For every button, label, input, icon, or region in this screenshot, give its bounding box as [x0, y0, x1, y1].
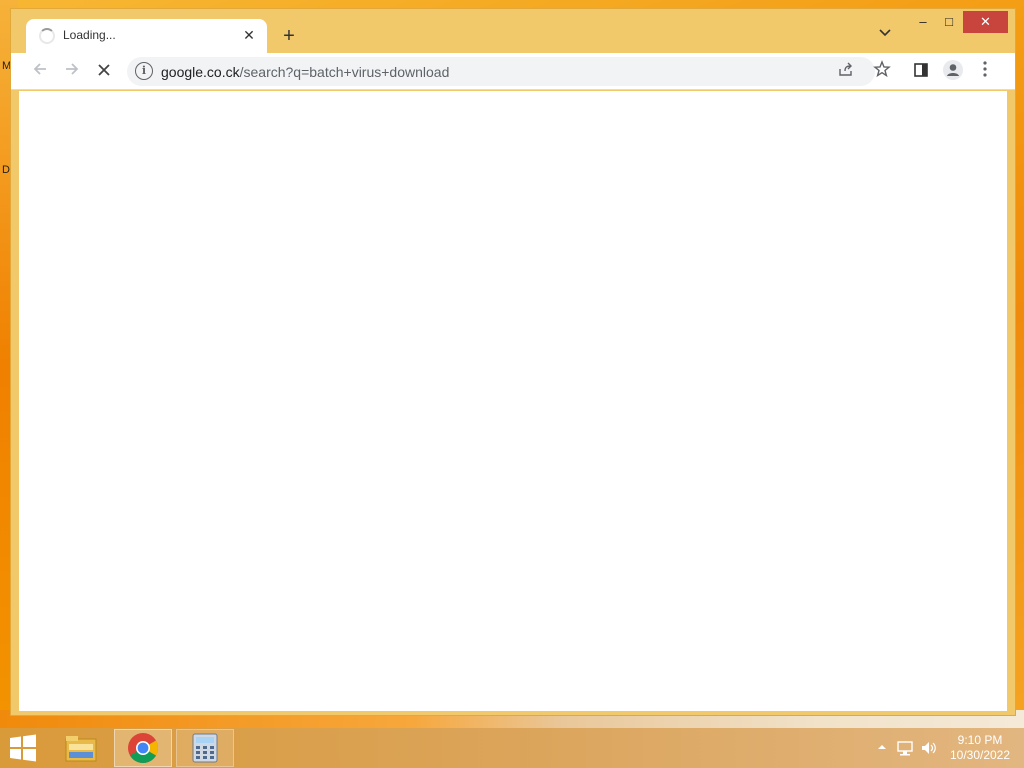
maximize-button[interactable]: □ [937, 11, 961, 33]
windows-start-icon[interactable] [8, 734, 40, 762]
tab-close-icon[interactable]: ✕ [239, 25, 259, 45]
minimize-button[interactable]: – [911, 11, 935, 33]
forward-arrow-icon[interactable] [59, 59, 85, 85]
tab-title: Loading... [63, 28, 116, 42]
taskbar: 9:10 PM 10/30/2022 [0, 728, 1024, 768]
loading-spinner-icon [39, 28, 55, 44]
system-clock[interactable]: 9:10 PM 10/30/2022 [944, 733, 1016, 763]
taskbar-calculator[interactable] [176, 729, 234, 767]
address-bar[interactable]: i google.co.ck/search?q=batch+virus+down… [127, 57, 875, 86]
browser-window: Loading... ✕ + – □ ✕ i google.co.ck/sear… [10, 8, 1016, 716]
site-info-icon[interactable]: i [135, 62, 153, 80]
url-host: google.co.ck [161, 64, 240, 80]
share-icon[interactable] [835, 61, 857, 83]
calculator-icon [192, 733, 218, 763]
taskbar-file-explorer[interactable] [52, 729, 110, 767]
side-panel-icon[interactable] [908, 59, 934, 85]
title-bar[interactable]: Loading... ✕ + – □ ✕ [11, 9, 1015, 53]
url-text[interactable]: google.co.ck/search?q=batch+virus+downlo… [161, 64, 449, 80]
clock-time: 9:10 PM [957, 733, 1003, 747]
back-arrow-icon[interactable] [27, 59, 53, 85]
menu-kebab-icon[interactable] [972, 59, 998, 85]
browser-toolbar: i google.co.ck/search?q=batch+virus+down… [11, 53, 1015, 90]
clock-date: 10/30/2022 [949, 748, 1011, 762]
volume-icon[interactable] [920, 740, 938, 756]
folder-icon [65, 736, 97, 762]
bookmark-star-icon[interactable] [869, 59, 895, 85]
taskbar-chrome[interactable] [114, 729, 172, 767]
active-tab[interactable]: Loading... ✕ [26, 19, 267, 53]
desktop-icon-label[interactable]: D [2, 164, 10, 176]
close-window-button[interactable]: ✕ [963, 11, 1008, 33]
new-tab-button[interactable]: + [277, 24, 301, 48]
tray-chevron-up-icon[interactable] [873, 740, 891, 756]
page-content-area[interactable] [19, 91, 1007, 711]
tab-search-chevron-icon[interactable] [875, 25, 895, 45]
stop-loading-icon[interactable] [91, 59, 117, 85]
url-path: /search?q=batch+virus+download [239, 64, 450, 80]
profile-avatar-icon[interactable] [940, 59, 966, 85]
chrome-icon [128, 733, 159, 764]
network-icon[interactable] [896, 740, 914, 756]
